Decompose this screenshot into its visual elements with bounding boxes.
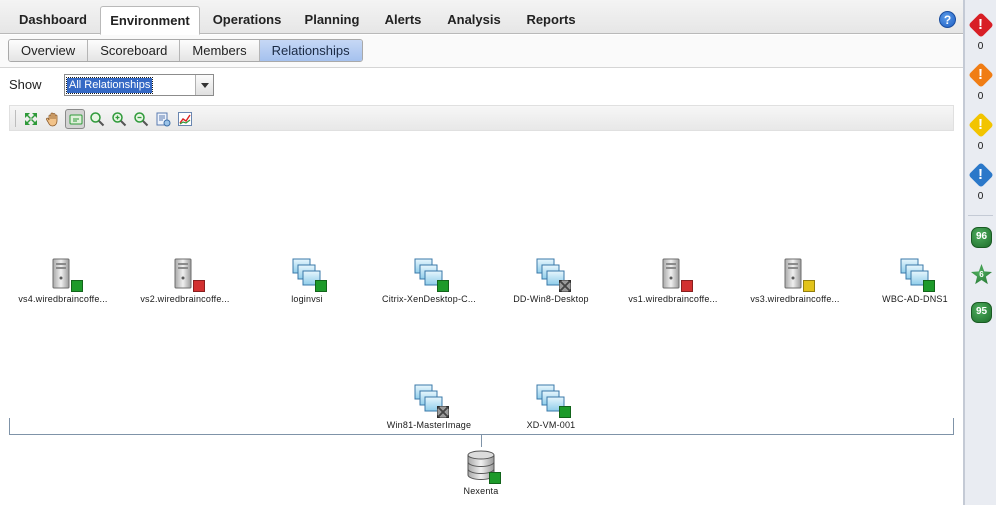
relationship-graph[interactable]: vs4.wiredbraincoffe... vs2.wiredbraincof…	[0, 132, 963, 505]
show-select[interactable]: All Relationships	[64, 74, 214, 96]
node-label: vs3.wiredbraincoffe...	[750, 294, 840, 304]
tab-operations[interactable]: Operations	[203, 6, 291, 34]
alert-count: 0	[977, 91, 984, 102]
properties-icon[interactable]	[153, 109, 173, 129]
health-badge[interactable]: 96	[971, 227, 992, 248]
badge-value: 95	[975, 306, 988, 317]
node-label: WBC-AD-DNS1	[882, 294, 948, 304]
tab-analysis[interactable]: Analysis	[437, 6, 511, 34]
graph-toolbar	[9, 105, 954, 131]
status-indicator	[803, 280, 815, 292]
node-label: vs1.wiredbraincoffe...	[628, 294, 718, 304]
status-indicator	[559, 406, 571, 418]
status-indicator	[437, 280, 449, 292]
status-indicator	[315, 280, 327, 292]
tab-planning[interactable]: Planning	[295, 6, 369, 34]
critical-alert[interactable]: ! 0	[965, 12, 996, 58]
tab-alerts[interactable]: Alerts	[373, 6, 433, 34]
node-label: XD-VM-001	[526, 420, 576, 430]
info-alert[interactable]: ! 0	[965, 162, 996, 208]
subtab-overview[interactable]: Overview	[9, 40, 89, 61]
fit-to-window-icon[interactable]	[21, 109, 41, 129]
tab-reports[interactable]: Reports	[515, 6, 587, 34]
zoom-icon[interactable]	[87, 109, 107, 129]
storage-connector	[481, 435, 482, 447]
node-label: DD-Win8-Desktop	[513, 294, 589, 304]
node-label: loginvsi	[291, 294, 323, 304]
status-indicator	[489, 472, 501, 484]
zoom-out-icon[interactable]	[131, 109, 151, 129]
badge-value: 96	[975, 231, 988, 242]
sub-tab-bar: Overview Scoreboard Members Relationship…	[0, 35, 963, 68]
node-label: vs4.wiredbraincoffe...	[18, 294, 108, 304]
efficiency-badge[interactable]: 95	[971, 302, 992, 323]
alert-mark: !	[978, 116, 983, 133]
status-indicator	[437, 406, 449, 418]
chevron-down-icon[interactable]	[195, 75, 213, 95]
panel-separator	[968, 215, 993, 216]
alert-count: 0	[977, 41, 984, 52]
tab-environment[interactable]: Environment	[100, 6, 200, 35]
status-indicator	[559, 280, 571, 292]
alert-count: 0	[977, 141, 984, 152]
alert-mark: !	[978, 166, 983, 183]
status-indicator	[923, 280, 935, 292]
show-selected-value: All Relationships	[65, 77, 154, 94]
badge-value: 6	[979, 270, 984, 279]
toolbar-separator	[15, 110, 16, 127]
alert-mark: !	[978, 16, 983, 33]
status-indicator	[193, 280, 205, 292]
warning-alert[interactable]: ! 0	[965, 112, 996, 158]
immediate-alert[interactable]: ! 0	[965, 62, 996, 108]
node-label: Nexenta	[463, 486, 499, 496]
pan-hand-icon[interactable]	[43, 109, 63, 129]
node-label: Citrix-XenDesktop-C...	[382, 294, 476, 304]
risk-badge[interactable]: 6	[971, 264, 992, 285]
chart-icon[interactable]	[175, 109, 195, 129]
app-window: Dashboard Environment Operations Plannin…	[0, 0, 996, 505]
alert-count: 0	[977, 191, 984, 202]
subtab-members[interactable]: Members	[180, 40, 260, 61]
help-icon[interactable]: ?	[939, 11, 956, 28]
tab-dashboard[interactable]: Dashboard	[8, 6, 98, 34]
alert-mark: !	[978, 66, 983, 83]
select-tool-icon[interactable]	[65, 109, 85, 129]
sub-tab-group: Overview Scoreboard Members Relationship…	[8, 39, 363, 62]
show-label: Show	[9, 77, 42, 92]
subtab-scoreboard[interactable]: Scoreboard	[88, 40, 181, 61]
status-panel: ! 0 ! 0 ! 0 ! 0 96 6 95	[963, 0, 996, 505]
subtab-relationships[interactable]: Relationships	[259, 40, 362, 61]
node-label: vs2.wiredbraincoffe...	[140, 294, 230, 304]
node-label: Win81-MasterImage	[386, 420, 472, 430]
zoom-in-icon[interactable]	[109, 109, 129, 129]
main-tab-bar: Dashboard Environment Operations Plannin…	[0, 0, 963, 35]
status-indicator	[71, 280, 83, 292]
status-indicator	[681, 280, 693, 292]
